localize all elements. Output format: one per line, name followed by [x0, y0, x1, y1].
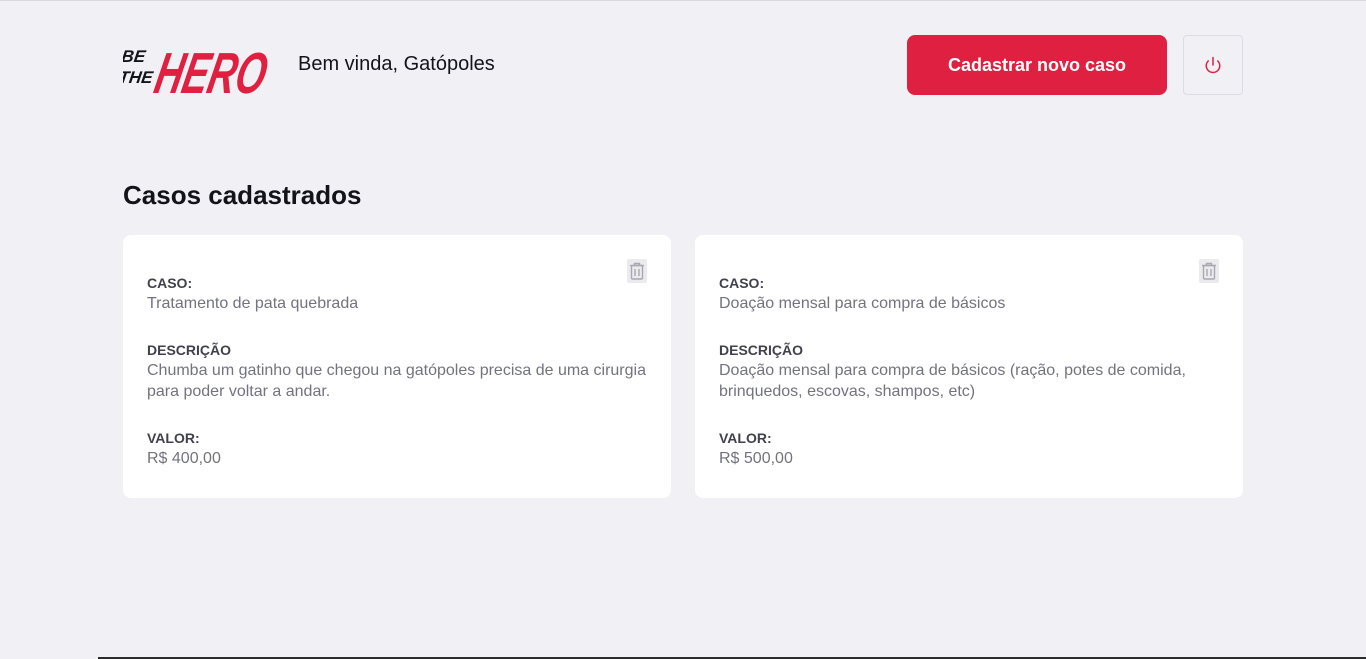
- new-case-button[interactable]: Cadastrar novo caso: [907, 35, 1167, 95]
- case-value: R$ 400,00: [147, 450, 221, 467]
- case-card: CASO: Doação mensal para compra de básic…: [695, 235, 1243, 498]
- case-label: CASO:: [719, 275, 765, 291]
- value-label: VALOR:: [719, 430, 772, 446]
- svg-text:HERO: HERO: [150, 42, 274, 97]
- page-header: BE THE HERO Bem vinda, Gatópoles Cadastr…: [123, 33, 1243, 97]
- description-label: DESCRIÇÃO: [147, 342, 232, 358]
- welcome-message: Bem vinda, Gatópoles: [298, 53, 495, 75]
- cases-list: CASO: Tratamento de pata quebrada DESCRI…: [123, 235, 1243, 498]
- svg-text:BE: BE: [123, 47, 147, 66]
- case-title: Tratamento de pata quebrada: [147, 295, 359, 312]
- trash-icon: [630, 262, 644, 280]
- description-field: DESCRIÇÃO Chumba um gatinho que chegou n…: [147, 342, 647, 402]
- logout-button[interactable]: [1183, 35, 1243, 95]
- trash-icon: [1202, 262, 1216, 280]
- case-description: Doação mensal para compra de básicos (ra…: [719, 362, 1186, 400]
- be-the-hero-logo: BE THE HERO: [123, 42, 274, 97]
- delete-case-button[interactable]: [627, 259, 647, 283]
- description-label: DESCRIÇÃO: [719, 342, 804, 358]
- description-field: DESCRIÇÃO Doação mensal para compra de b…: [719, 342, 1219, 402]
- top-divider: [0, 0, 1366, 1]
- case-card: CASO: Tratamento de pata quebrada DESCRI…: [123, 235, 671, 498]
- case-description: Chumba um gatinho que chegou na gatópole…: [147, 362, 646, 400]
- page-title: Casos cadastrados: [123, 180, 362, 210]
- power-icon: [1205, 56, 1221, 74]
- case-label: CASO:: [147, 275, 193, 291]
- svg-text:THE: THE: [123, 68, 155, 87]
- case-title: Doação mensal para compra de básicos: [719, 295, 1006, 312]
- delete-case-button[interactable]: [1199, 259, 1219, 283]
- value-field: VALOR: R$ 400,00: [147, 430, 647, 469]
- case-value: R$ 500,00: [719, 450, 793, 467]
- case-field: CASO: Tratamento de pata quebrada: [147, 275, 647, 314]
- case-field: CASO: Doação mensal para compra de básic…: [719, 275, 1219, 314]
- value-field: VALOR: R$ 500,00: [719, 430, 1219, 469]
- value-label: VALOR:: [147, 430, 200, 446]
